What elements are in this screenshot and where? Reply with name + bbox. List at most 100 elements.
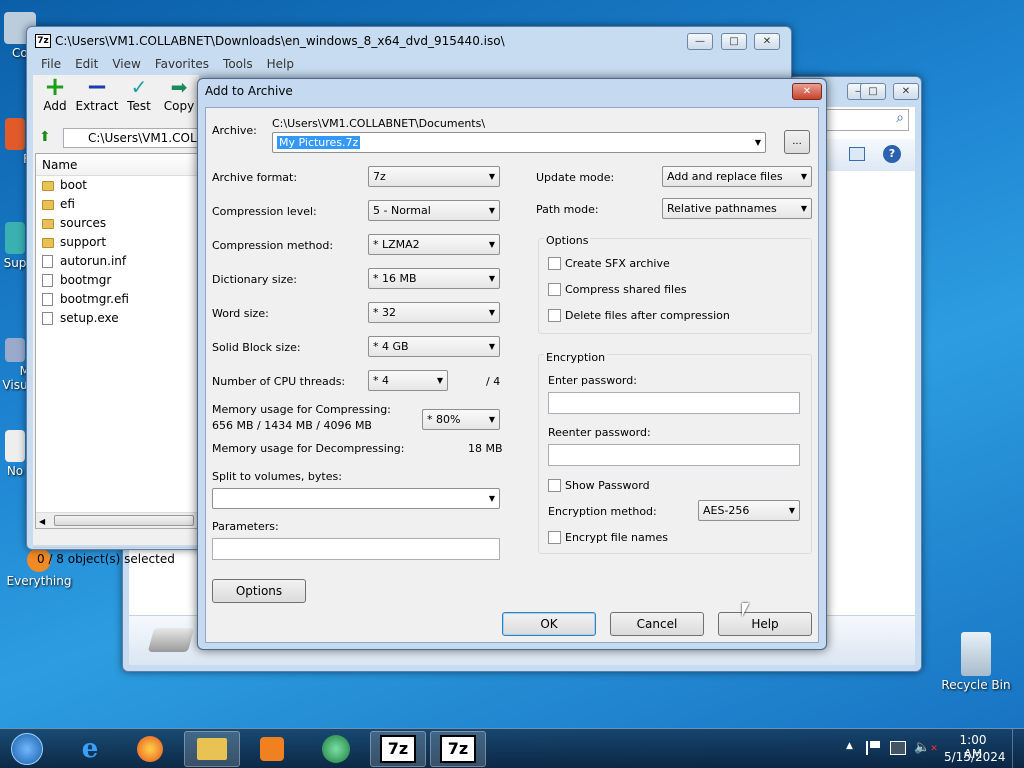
help-button[interactable]: Help xyxy=(718,612,812,636)
delete-after-label: Delete files after compression xyxy=(565,309,730,322)
test-button[interactable]: ✓ Test xyxy=(117,75,161,113)
file-row[interactable]: boot xyxy=(36,176,198,195)
checkbox-box xyxy=(548,309,561,322)
path-mode-select[interactable]: Relative pathnames ▼ xyxy=(662,198,812,219)
file-row[interactable]: efi xyxy=(36,195,198,214)
file-icon xyxy=(42,293,53,306)
help-icon[interactable]: ? xyxy=(883,145,901,163)
browse-button[interactable]: ... xyxy=(784,130,810,154)
add-button[interactable]: + Add xyxy=(33,74,77,113)
mouse-cursor-icon xyxy=(742,603,749,617)
file-row[interactable]: setup.exe xyxy=(36,309,198,328)
file-list: Name boot efi sources support autorun.inf boo… xyxy=(35,153,199,529)
file-row[interactable]: sources xyxy=(36,214,198,233)
fm-minimize-button[interactable]: — xyxy=(687,33,713,50)
create-sfx-checkbox[interactable]: Create SFX archive xyxy=(548,257,670,270)
memory-usage-select[interactable]: * 80% ▼ xyxy=(422,409,500,430)
compression-level-select[interactable]: 5 - Normal ▼ xyxy=(368,200,500,221)
taskbar-7zip-1[interactable]: 7z xyxy=(370,731,426,767)
up-folder-icon[interactable]: ⬆ xyxy=(39,129,51,145)
explorer-search-box[interactable]: ⌕ xyxy=(813,109,909,131)
address-input[interactable]: C:\Users\VM1.COLLA xyxy=(63,128,212,148)
password-input[interactable] xyxy=(548,392,800,414)
clock-date[interactable]: 5/15/2024 xyxy=(944,750,1006,764)
tray-expand-icon[interactable]: ▲ xyxy=(846,741,853,751)
show-password-checkbox[interactable]: Show Password xyxy=(548,479,650,492)
chevron-down-icon: ▼ xyxy=(488,206,495,215)
menu-edit[interactable]: Edit xyxy=(75,57,98,71)
solid-block-size-select[interactable]: * 4 GB ▼ xyxy=(368,336,500,357)
checkbox-box xyxy=(548,531,561,544)
taskbar: e 7z 7z ▲ 🔈✕ 1:00 AM 5/15/2024 xyxy=(0,728,1024,768)
app-icon xyxy=(322,735,350,763)
taskbar-7zip-2[interactable]: 7z xyxy=(430,731,486,767)
options-button[interactable]: Options xyxy=(212,579,306,603)
cpu-threads-select[interactable]: * 4 ▼ xyxy=(368,370,448,391)
file-name: bootmgr.efi xyxy=(60,292,129,306)
reenter-password-input[interactable] xyxy=(548,444,800,466)
compression-method-select[interactable]: * LZMA2 ▼ xyxy=(368,234,500,255)
extract-button[interactable]: − Extract xyxy=(75,74,119,113)
menu-file[interactable]: File xyxy=(41,57,61,71)
archive-name-combo[interactable]: My Pictures.7z ▼ xyxy=(272,132,766,153)
taskbar-ie[interactable]: e xyxy=(62,731,118,767)
ok-button[interactable]: OK xyxy=(502,612,596,636)
arrow-right-icon: ➡ xyxy=(170,75,188,99)
encryption-method-select[interactable]: AES-256 ▼ xyxy=(698,500,800,521)
fm-maximize-button[interactable]: □ xyxy=(721,33,747,50)
network-icon[interactable] xyxy=(890,741,906,755)
column-header-name[interactable]: Name xyxy=(36,154,198,176)
desktop-icon-recycle-bin[interactable]: Recycle Bin xyxy=(940,632,1012,692)
file-row[interactable]: autorun.inf xyxy=(36,252,198,271)
archive-format-select[interactable]: 7z ▼ xyxy=(368,166,500,187)
show-desktop-button[interactable] xyxy=(1012,729,1024,768)
parameters-input[interactable] xyxy=(212,538,500,560)
7z-app-icon: 7z xyxy=(35,34,51,48)
file-row[interactable]: bootmgr xyxy=(36,271,198,290)
menu-help[interactable]: Help xyxy=(267,57,294,71)
flag-icon[interactable] xyxy=(866,741,880,755)
explorer-maximize-button[interactable]: □ xyxy=(860,83,886,100)
preview-pane-icon[interactable] xyxy=(849,147,865,161)
horizontal-scrollbar[interactable]: ◀ xyxy=(36,512,198,528)
volume-muted-icon[interactable]: 🔈✕ xyxy=(914,740,938,755)
firefox-icon xyxy=(137,736,163,762)
cancel-button[interactable]: Cancel xyxy=(610,612,704,636)
chevron-down-icon: ▼ xyxy=(488,342,495,351)
encrypt-names-checkbox[interactable]: Encrypt file names xyxy=(548,531,668,544)
checkbox-box xyxy=(548,257,561,270)
chevron-down-icon: ▼ xyxy=(488,274,495,283)
column-header-label: Name xyxy=(42,158,78,172)
dialog-close-button[interactable]: ✕ xyxy=(792,83,822,100)
dictionary-size-label: Dictionary size: xyxy=(212,273,297,286)
explorer-close-button[interactable]: ✕ xyxy=(893,83,919,100)
compress-shared-checkbox[interactable]: Compress shared files xyxy=(548,283,687,296)
taskbar-explorer[interactable] xyxy=(184,731,240,767)
update-mode-select[interactable]: Add and replace files ▼ xyxy=(662,166,812,187)
menu-view[interactable]: View xyxy=(112,57,140,71)
taskbar-media-player[interactable] xyxy=(244,731,300,767)
start-button[interactable] xyxy=(4,731,50,767)
split-volumes-combo[interactable]: ▼ xyxy=(212,488,500,509)
menu-favorites[interactable]: Favorites xyxy=(155,57,209,71)
fm-titlebar: 7z C:\Users\VM1.COLLABNET\Downloads\en_w… xyxy=(27,27,791,55)
archive-path-text: C:\Users\VM1.COLLABNET\Documents\ xyxy=(272,117,486,130)
chevron-down-icon: ▼ xyxy=(800,204,807,213)
dialog-body: Archive: C:\Users\VM1.COLLABNET\Document… xyxy=(205,107,819,643)
fm-close-button[interactable]: ✕ xyxy=(754,33,780,50)
scrollbar-thumb[interactable] xyxy=(54,515,194,526)
reenter-password-label: Reenter password: xyxy=(548,426,651,439)
compression-method-value: LZMA2 xyxy=(382,238,420,251)
file-row[interactable]: support xyxy=(36,233,198,252)
word-size-select[interactable]: * 32 ▼ xyxy=(368,302,500,323)
scroll-left-icon[interactable]: ◀ xyxy=(36,517,45,526)
taskbar-app[interactable] xyxy=(308,731,364,767)
dictionary-size-select[interactable]: * 16 MB ▼ xyxy=(368,268,500,289)
copy-button[interactable]: ➡ Copy xyxy=(157,75,201,113)
file-row[interactable]: bootmgr.efi xyxy=(36,290,198,309)
menu-tools[interactable]: Tools xyxy=(223,57,253,71)
delete-after-checkbox[interactable]: Delete files after compression xyxy=(548,309,730,322)
taskbar-firefox[interactable] xyxy=(122,731,178,767)
compression-level-value: 5 - Normal xyxy=(373,204,431,217)
file-icon xyxy=(42,255,53,268)
